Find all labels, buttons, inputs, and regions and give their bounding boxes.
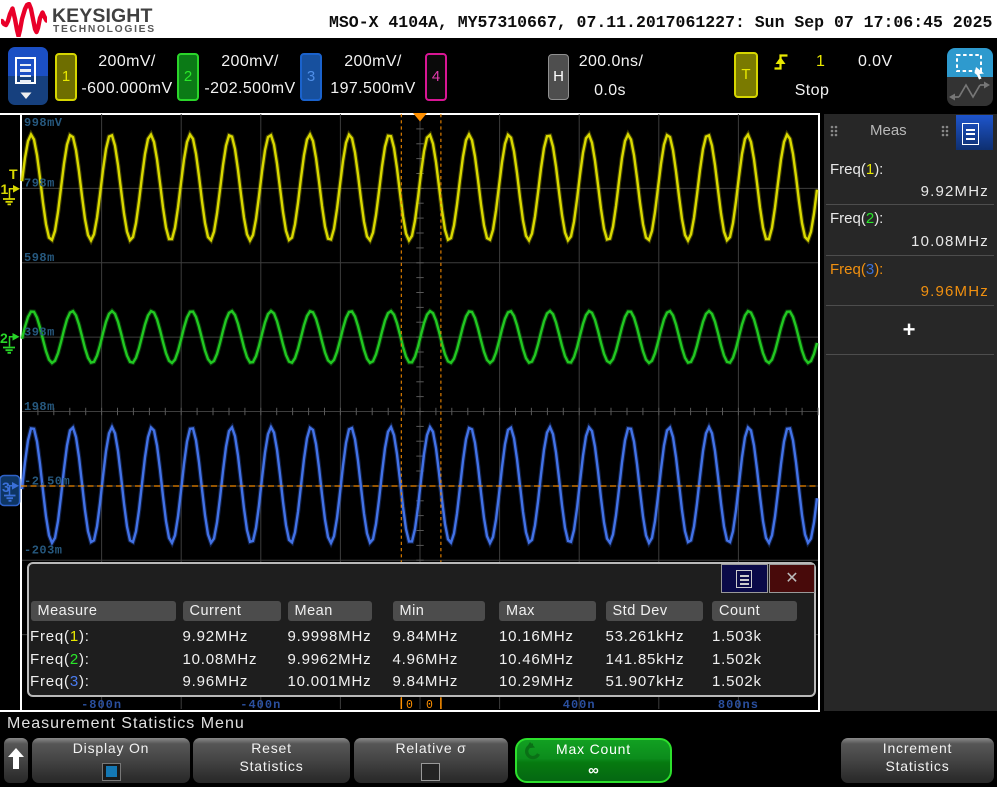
svg-text:198m: 198m xyxy=(24,400,55,414)
svg-text:0: 0 xyxy=(426,699,433,712)
svg-text:1: 1 xyxy=(1,181,9,197)
svg-text:-400n: -400n xyxy=(240,698,281,712)
svg-text:2: 2 xyxy=(0,330,8,346)
svg-text:598m: 598m xyxy=(24,251,55,265)
svg-text:-800n: -800n xyxy=(81,698,122,712)
svg-text:398m: 398m xyxy=(24,326,55,340)
svg-text:800ns: 800ns xyxy=(718,698,759,712)
svg-text:998mV: 998mV xyxy=(24,116,63,130)
svg-text:0: 0 xyxy=(406,699,413,712)
svg-text:-203m: -203m xyxy=(24,544,63,558)
svg-text:798m: 798m xyxy=(24,177,55,191)
svg-text:T: T xyxy=(9,166,18,182)
svg-text:400n: 400n xyxy=(563,698,596,712)
